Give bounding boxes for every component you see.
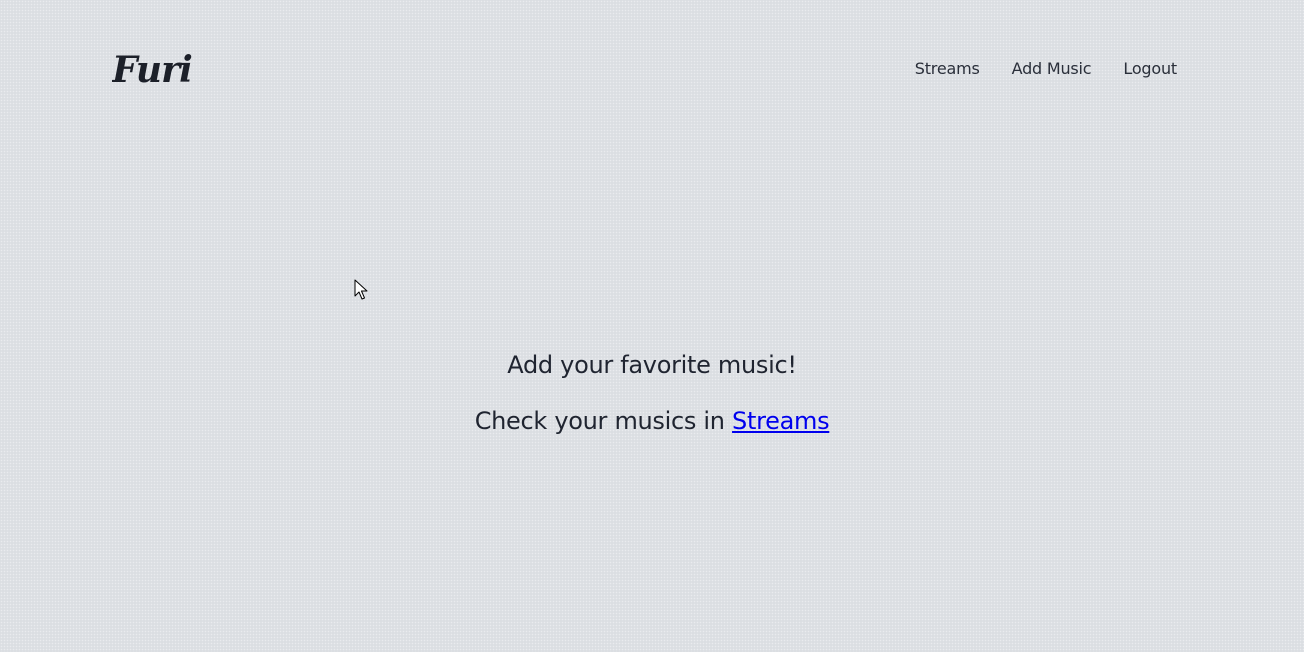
svg-text:Furi: Furi bbox=[112, 49, 192, 91]
main-nav: Streams Add Music Logout bbox=[915, 59, 1177, 78]
nav-link-streams[interactable]: Streams bbox=[915, 59, 980, 78]
furi-logo[interactable]: Furi bbox=[111, 48, 193, 92]
mouse-pointer-icon bbox=[354, 279, 368, 301]
nav-link-logout[interactable]: Logout bbox=[1123, 59, 1177, 78]
nav-link-add-music[interactable]: Add Music bbox=[1012, 59, 1092, 78]
streams-link[interactable]: Streams bbox=[732, 407, 830, 435]
furi-logo-wordmark: Furi bbox=[111, 49, 193, 91]
main-content: Add your favorite music! Check your musi… bbox=[0, 346, 1304, 440]
streams-hint-text: Check your musics in bbox=[474, 407, 733, 435]
top-bar: Furi Streams Add Music Logout bbox=[0, 0, 1304, 140]
streams-hint: Check your musics in Streams bbox=[0, 402, 1304, 440]
page-headline: Add your favorite music! bbox=[507, 351, 797, 379]
